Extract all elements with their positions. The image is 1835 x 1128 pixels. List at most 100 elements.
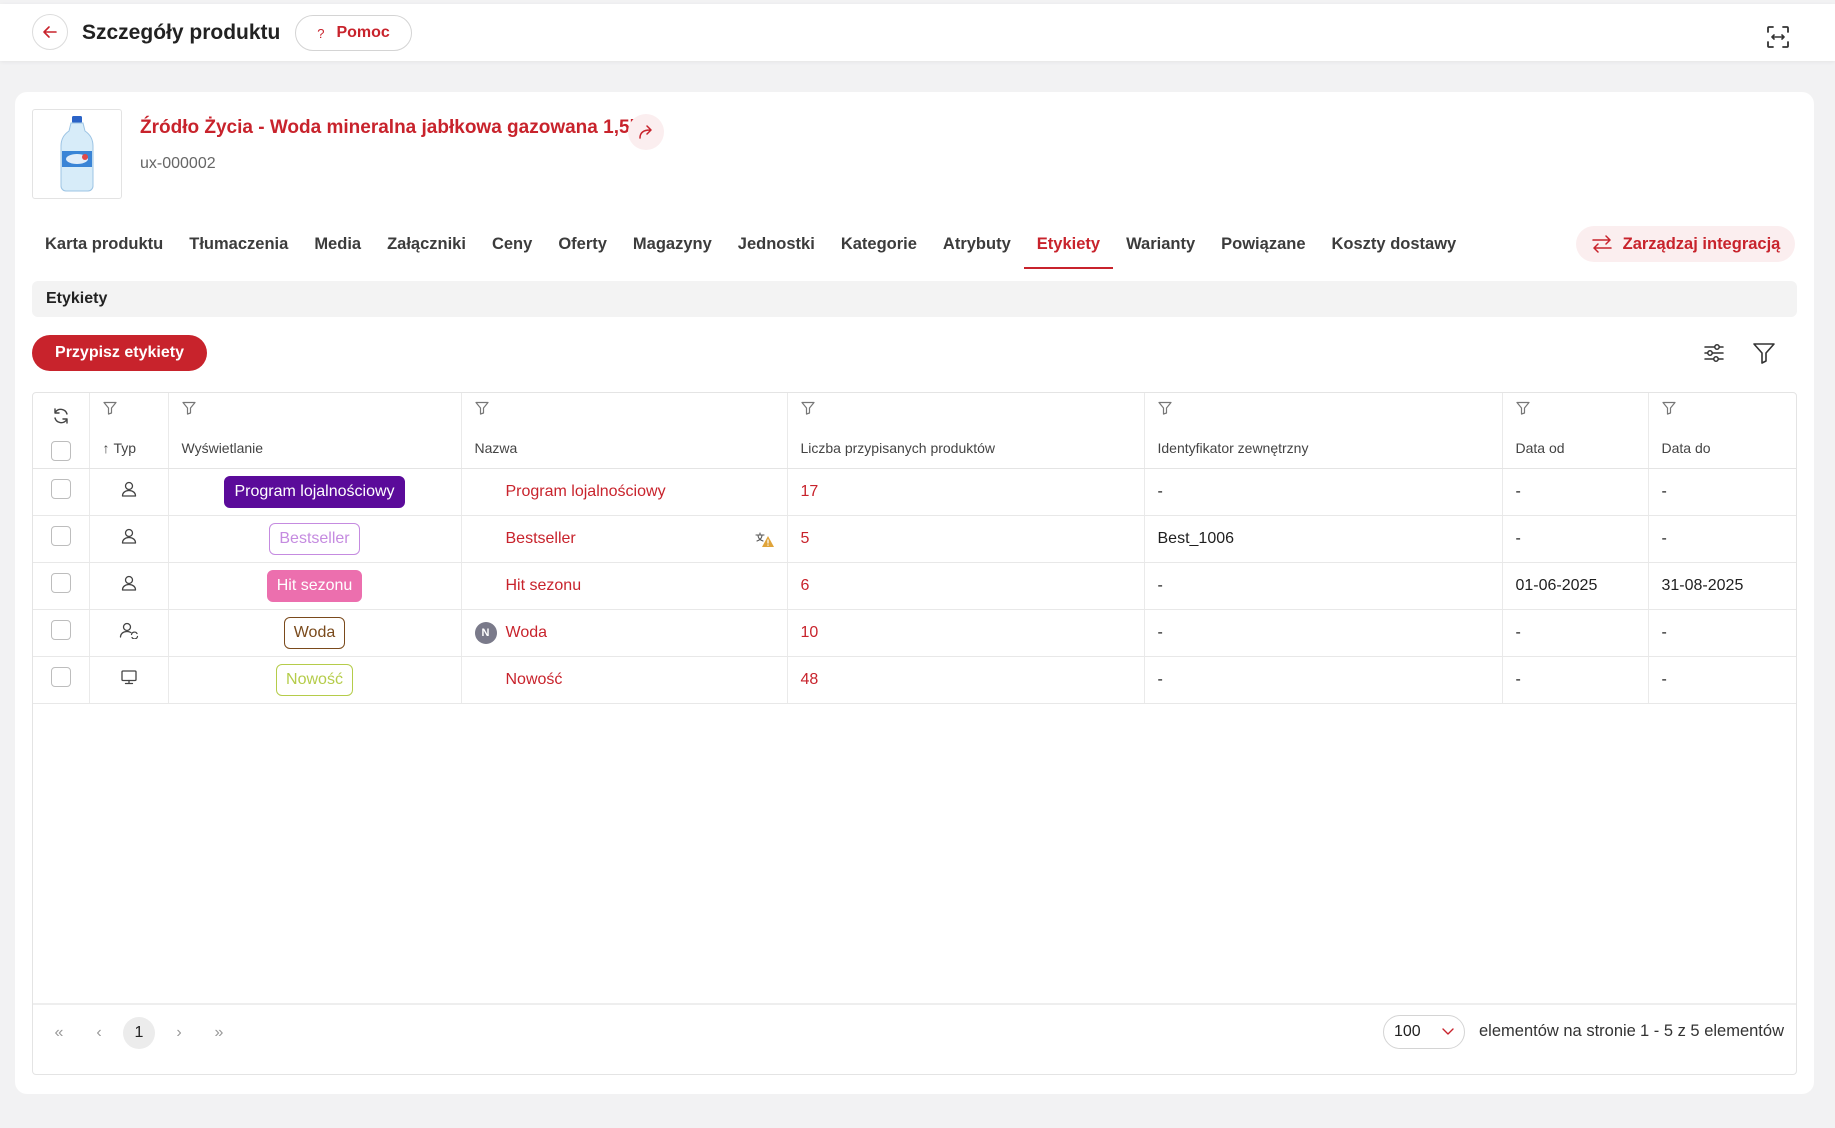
user-icon (121, 481, 136, 497)
column-name[interactable]: Nazwa (461, 393, 788, 469)
filter-icon[interactable] (1661, 401, 1676, 415)
filter-icon[interactable] (1157, 401, 1172, 415)
share-button[interactable] (628, 114, 664, 150)
name-cell: Program lojalnościowy (461, 468, 788, 516)
select-all-checkbox[interactable] (51, 441, 71, 461)
tab-kategorie[interactable]: Kategorie (828, 229, 930, 269)
count-cell[interactable]: 6 (787, 562, 1145, 610)
name-cell: N Woda (461, 609, 788, 657)
column-type[interactable]: ↑ Typ (89, 393, 169, 469)
label-badge: Hit sezonu (266, 569, 363, 602)
page-size-label: elementów na stronie (1479, 1022, 1636, 1040)
column-date-to[interactable]: Data do (1648, 393, 1796, 469)
date-to-cell: 31-08-2025 (1648, 562, 1796, 610)
column-date-from[interactable]: Data od (1502, 393, 1649, 469)
external-id-cell: - (1144, 656, 1503, 704)
next-page-icon[interactable]: › (163, 1017, 195, 1049)
filter-icon[interactable] (800, 401, 815, 415)
product-card: Źródło Życia - Woda mineralna jabłkowa g… (15, 92, 1814, 1094)
row-checkbox[interactable] (50, 573, 71, 593)
tab-warianty[interactable]: Warianty (1113, 229, 1208, 269)
first-page-icon[interactable]: « (43, 1017, 75, 1049)
column-external-id-label: Identyfikator zewnętrzny (1157, 440, 1309, 456)
product-name[interactable]: Źródło Życia - Woda mineralna jabłkowa g… (140, 117, 635, 139)
page-size-value: 100 (1394, 1023, 1421, 1040)
filter-icon[interactable] (1515, 401, 1530, 415)
filter-icon[interactable] (474, 401, 489, 415)
table-row[interactable]: Nowość Nowość 48 - - - (33, 656, 1796, 704)
last-page-icon[interactable]: » (203, 1017, 235, 1049)
page-range-text: 1 - 5 z 5 elementów (1640, 1022, 1784, 1040)
date-from-cell: - (1502, 609, 1649, 657)
label-name-link[interactable]: Woda (506, 624, 548, 641)
help-button[interactable]: ? Pomoc (295, 15, 412, 51)
page-title: Szczegóły produktu (82, 21, 281, 44)
tab-ceny[interactable]: Ceny (479, 229, 545, 269)
filter-icon[interactable] (1751, 340, 1777, 366)
tab-atrybuty[interactable]: Atrybuty (930, 229, 1024, 269)
column-type-label: ↑ Typ (102, 440, 137, 456)
translation-warning-icon[interactable] (754, 531, 775, 549)
manage-integration-button[interactable]: Zarządzaj integracją (1576, 226, 1795, 262)
manage-integration-label: Zarządzaj integracją (1622, 234, 1781, 253)
back-button[interactable] (32, 14, 68, 50)
label-name-link[interactable]: Nowość (506, 671, 563, 688)
date-from-cell: - (1502, 515, 1649, 563)
label-name-link[interactable]: Hit sezonu (506, 577, 582, 594)
tab-tlumaczenia[interactable]: Tłumaczenia (176, 229, 301, 269)
prev-page-icon[interactable]: ‹ (83, 1017, 115, 1049)
count-cell[interactable]: 48 (787, 656, 1145, 704)
page-size-select[interactable]: 100 (1383, 1015, 1465, 1049)
date-to-cell: - (1648, 656, 1796, 704)
external-id-cell: - (1144, 609, 1503, 657)
column-date-from-label: Data od (1515, 440, 1565, 456)
water-bottle-image (60, 116, 94, 192)
assign-labels-button[interactable]: Przypisz etykiety (32, 335, 207, 371)
row-checkbox[interactable] (50, 667, 71, 687)
table-row[interactable]: Woda N Woda 10 - - - (33, 609, 1796, 657)
tab-zalaczniki[interactable]: Załączniki (374, 229, 479, 269)
column-settings-icon[interactable] (1701, 340, 1727, 366)
row-select-cell (33, 656, 90, 704)
count-cell[interactable]: 17 (787, 468, 1145, 516)
tab-oferty[interactable]: Oferty (545, 229, 620, 269)
column-external-id[interactable]: Identyfikator zewnętrzny (1144, 393, 1503, 469)
column-count-label: Liczba przypisanych produktów (800, 440, 996, 456)
label-name-link[interactable]: Bestseller (506, 530, 576, 547)
table-row[interactable]: Program lojalnościowy Program lojalności… (33, 468, 1796, 516)
label-name-link[interactable]: Program lojalnościowy (506, 483, 666, 500)
column-display[interactable]: Wyświetlanie (168, 393, 462, 469)
section-title: Etykiety (32, 281, 1797, 317)
row-checkbox[interactable] (50, 526, 71, 546)
external-id-cell: Best_1006 (1144, 515, 1503, 563)
fullscreen-icon[interactable] (1765, 24, 1791, 50)
table-header-row: ↑ Typ Wyświetlanie Nazwa Liczba przypisan… (33, 393, 1796, 469)
type-cell (89, 656, 169, 704)
row-checkbox[interactable] (50, 620, 71, 640)
sort-asc-icon[interactable]: ↑ (103, 440, 110, 456)
label-badge: Bestseller (269, 522, 360, 555)
tab-etykiety[interactable]: Etykiety (1023, 229, 1114, 269)
refresh-icon[interactable] (52, 407, 70, 425)
count-cell[interactable]: 5 (787, 515, 1145, 563)
arrow-left-icon (43, 26, 57, 38)
user-icon (121, 575, 136, 591)
tab-powiazane[interactable]: Powiązane (1208, 229, 1318, 269)
table-row[interactable]: Hit sezonu Hit sezonu 6 - 01-06-2025 31-… (33, 562, 1796, 610)
chevron-down-icon (1441, 1016, 1455, 1060)
date-to-cell: - (1648, 468, 1796, 516)
page-number-current[interactable]: 1 (123, 1017, 155, 1049)
filter-icon[interactable] (102, 401, 117, 415)
type-cell (89, 468, 169, 516)
table-row[interactable]: Bestseller Bestseller 5 Best_1006 - - (33, 515, 1796, 563)
tab-jednostki[interactable]: Jednostki (725, 229, 828, 269)
count-cell[interactable]: 10 (787, 609, 1145, 657)
tab-media[interactable]: Media (301, 229, 374, 269)
row-checkbox[interactable] (50, 479, 71, 499)
tab-magazyny[interactable]: Magazyny (620, 229, 725, 269)
column-count[interactable]: Liczba przypisanych produktów (787, 393, 1145, 469)
tab-karta-produktu[interactable]: Karta produktu (32, 229, 176, 269)
filter-icon[interactable] (181, 401, 196, 415)
tab-koszty-dostawy[interactable]: Koszty dostawy (1319, 229, 1470, 269)
top-bar: Szczegóły produktu ? Pomoc (0, 4, 1835, 61)
